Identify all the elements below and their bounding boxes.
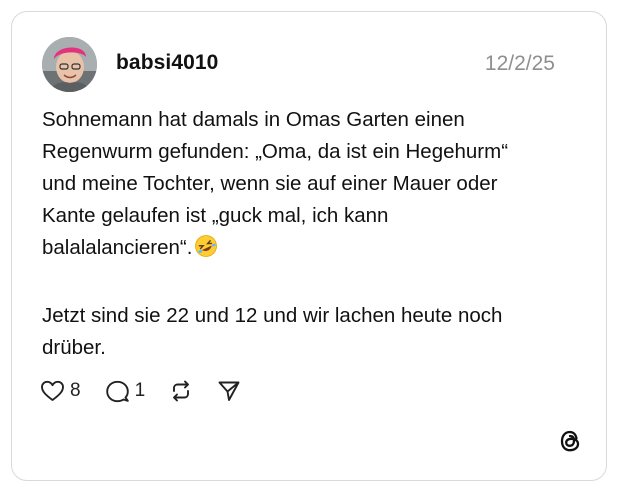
post-text: Sohnemann hat damals in Omas Garten eine…: [42, 104, 572, 364]
post-text-line: und meine Tochter, wenn sie auf einer Ma…: [42, 172, 498, 195]
rolling-on-floor-laughing-emoji: [194, 234, 218, 268]
avatar-image: [42, 37, 97, 92]
like-count: 8: [70, 380, 81, 401]
comment-icon: [105, 380, 129, 403]
send-icon: [218, 381, 240, 401]
post-date: 12/2/25: [484, 52, 555, 75]
avatar[interactable]: [42, 37, 97, 92]
reply-button[interactable]: 1: [105, 379, 170, 403]
share-button[interactable]: [217, 379, 241, 403]
action-bar: 8 1: [40, 377, 241, 405]
post-text-line: drüber.: [42, 336, 106, 359]
post-text-fragment: balalalancieren“.: [42, 236, 193, 259]
post-text-line: Kante gelaufen ist „guck mal, ich kann: [42, 204, 389, 227]
post-text-line: Regenwurm gefunden: „Oma, da ist ein Heg…: [42, 140, 509, 163]
heart-icon: [41, 380, 64, 401]
repost-button[interactable]: [169, 379, 193, 403]
username[interactable]: babsi4010: [116, 51, 218, 75]
post-text-line: Sohnemann hat damals in Omas Garten eine…: [42, 108, 465, 131]
post-text-line: balalalancieren“.: [42, 232, 572, 268]
post-text-line: Jetzt sind sie 22 und 12 und wir lachen …: [42, 304, 503, 327]
threads-logo: [557, 428, 583, 454]
like-button[interactable]: 8: [40, 379, 105, 403]
reply-count: 1: [134, 380, 146, 401]
repost-icon: [173, 380, 190, 402]
